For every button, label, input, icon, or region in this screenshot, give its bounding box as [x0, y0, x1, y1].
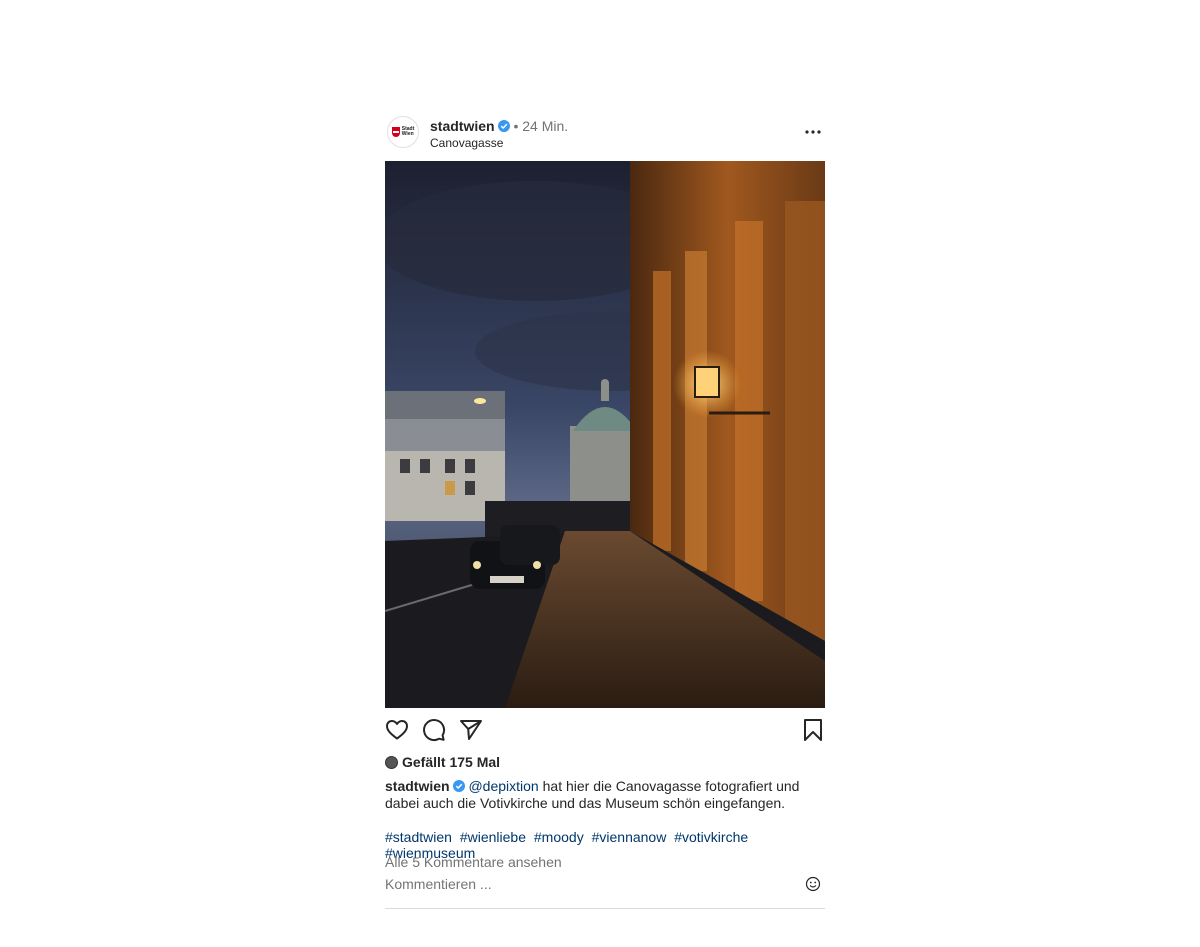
likes-text: Gefällt 175 Mal [402, 754, 501, 770]
instagram-post: Stadt Wien stadtwien • 24 Min. Canovagass… [385, 112, 825, 909]
liker-avatar [385, 755, 398, 769]
post-time: 24 Min. [522, 118, 569, 134]
vienna-coat-of-arms-icon [391, 127, 400, 137]
hashtag-link[interactable]: #votivkirche [674, 829, 748, 845]
comment-bubble-icon[interactable] [422, 718, 446, 742]
hashtag-link[interactable]: #viennanow [592, 829, 667, 845]
post-caption: stadtwien @depixtion hat hier die Canova… [385, 778, 825, 812]
more-options-icon[interactable] [803, 124, 823, 140]
verified-badge-icon [497, 120, 510, 132]
hashtag-link[interactable]: #wienliebe [460, 829, 526, 845]
paper-plane-icon[interactable] [459, 718, 483, 742]
post-header: Stadt Wien stadtwien • 24 Min. Canovagass… [385, 112, 825, 160]
heart-icon[interactable] [385, 718, 409, 742]
username-link[interactable]: stadtwien [430, 118, 495, 134]
avatar-logo-text: Stadt Wien [401, 126, 415, 137]
hashtag-link[interactable]: #moody [534, 829, 584, 845]
bookmark-icon[interactable] [801, 718, 825, 742]
emoji-icon[interactable] [805, 876, 821, 892]
caption-mention-link[interactable]: @depixtion [468, 778, 538, 794]
post-location[interactable]: Canovagasse [430, 136, 503, 150]
hashtag-link[interactable]: #stadtwien [385, 829, 452, 845]
comment-input[interactable] [385, 876, 795, 892]
post-username-row: stadtwien • 24 Min. [430, 118, 568, 134]
post-divider [385, 908, 825, 909]
view-all-comments-link[interactable]: Alle 5 Kommentare ansehen [385, 854, 562, 870]
verified-badge-icon [452, 780, 465, 792]
likes-count[interactable]: Gefällt 175 Mal [385, 754, 500, 770]
caption-username[interactable]: stadtwien [385, 778, 450, 794]
post-actions-bar [385, 718, 825, 744]
post-photo[interactable] [385, 161, 825, 708]
dot-separator: • [513, 118, 523, 134]
street-night-photo [385, 161, 825, 708]
avatar[interactable]: Stadt Wien [387, 116, 419, 148]
